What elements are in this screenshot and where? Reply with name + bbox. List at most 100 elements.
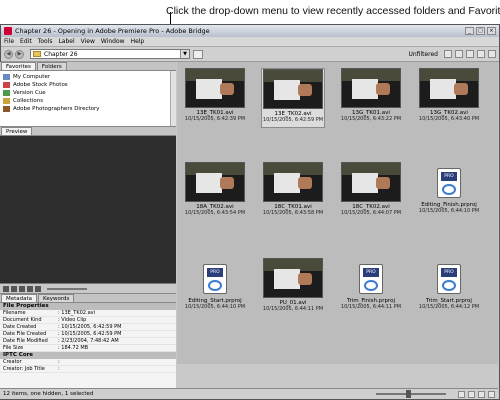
bridge-app-icon: [4, 27, 12, 35]
volume-icon[interactable]: [35, 285, 41, 292]
slider-knob[interactable]: [406, 390, 411, 398]
menu-view[interactable]: View: [81, 38, 95, 45]
thumbnail-date: 10/15/2005, 6:42:39 PM: [184, 116, 246, 122]
view-versions-icon[interactable]: [488, 390, 495, 398]
computer-icon: [3, 74, 10, 80]
thumbnail-date: 10/15/2005, 6:43:40 PM: [418, 116, 480, 122]
favorite-item[interactable]: Collections: [0, 97, 176, 105]
menu-edit[interactable]: Edit: [20, 38, 32, 45]
video-thumbnail-image: [341, 68, 401, 108]
favorite-item[interactable]: Adobe Photographers Directory: [0, 105, 176, 113]
menu-tools[interactable]: Tools: [38, 38, 53, 45]
tab-preview[interactable]: Preview: [1, 127, 33, 135]
step-forward-icon[interactable]: [19, 285, 25, 292]
premiere-project-icon: PRO: [437, 168, 461, 198]
favorite-label: My Computer: [13, 74, 51, 80]
folder-path-label: Chapter 26: [44, 50, 78, 58]
menu-file[interactable]: File: [4, 38, 14, 45]
close-button[interactable]: ×: [487, 27, 496, 35]
metadata-key: File Size: [3, 345, 24, 351]
chevron-down-icon[interactable]: ▼: [180, 50, 189, 58]
favorite-item[interactable]: My Computer: [0, 73, 176, 81]
video-thumbnail-image: [263, 162, 323, 202]
menu-label[interactable]: Label: [58, 38, 74, 45]
thumbnail-item[interactable]: PU_01.avi 10/15/2005, 6:44:11 PM: [261, 258, 325, 318]
thumbnail-item[interactable]: 13E_TK02.avi 10/15/2005, 6:42:59 PM: [261, 68, 325, 128]
favorite-label: Adobe Photographers Directory: [13, 106, 100, 112]
tab-metadata[interactable]: Metadata: [1, 294, 38, 302]
playback-scrubber[interactable]: [47, 287, 87, 290]
menu-window[interactable]: Window: [101, 38, 125, 45]
video-thumbnail-image: [185, 162, 245, 202]
thumbnail-date: 10/15/2005, 6:44:07 PM: [340, 210, 402, 216]
metadata-key: Creator: Job Title: [3, 366, 45, 372]
metadata-row[interactable]: Creator:: [0, 359, 176, 366]
thumbnail-date: 10/15/2005, 6:43:22 PM: [340, 116, 402, 122]
metadata-key: Document Kind: [3, 317, 42, 323]
thumbnail-size-slider[interactable]: [376, 390, 446, 398]
thumbnail-item[interactable]: PRO Trim_Finish.prproj 10/15/2005, 6:44:11…: [339, 258, 403, 318]
thumbnail-date: 10/15/2005, 6:44:11 PM: [340, 304, 402, 310]
pause-icon[interactable]: [11, 285, 17, 292]
folder-path-dropdown[interactable]: Chapter 26 ▼: [30, 49, 190, 59]
playback-controls: [0, 284, 176, 294]
thumbnail-item[interactable]: 18A_TK02.avi 10/15/2005, 6:43:54 PM: [183, 162, 247, 222]
video-thumbnail-image: [263, 69, 323, 109]
stock-photos-icon: [3, 82, 10, 88]
metadata-key: Date File Created: [3, 331, 47, 337]
thumbnail-item[interactable]: 13E_TK01.avi 10/15/2005, 6:42:39 PM: [183, 68, 247, 128]
tab-keywords[interactable]: Keywords: [38, 294, 75, 302]
favorite-item[interactable]: Version Cue: [0, 89, 176, 97]
minimize-button[interactable]: _: [465, 27, 474, 35]
rotate-left-icon[interactable]: [455, 50, 463, 58]
premiere-project-icon: PRO: [437, 264, 461, 294]
thumbnail-item[interactable]: 18C_TK02.avi 10/15/2005, 6:44:07 PM: [339, 162, 403, 222]
video-thumbnail-image: [419, 68, 479, 108]
video-thumbnail-image: [185, 68, 245, 108]
forward-button[interactable]: ▶: [15, 49, 24, 59]
view-details-icon[interactable]: [478, 390, 485, 398]
content-grid: 13E_TK01.avi 10/15/2005, 6:42:39 PM 13E_TK…: [177, 62, 498, 364]
play-icon[interactable]: [3, 285, 9, 292]
trash-icon[interactable]: [477, 50, 485, 58]
metadata-row: Document Kind: Video Clip: [0, 317, 176, 324]
thumbnail-item[interactable]: PRO Editing_Start.prproj 10/15/2005, 6:44:…: [183, 258, 247, 318]
thumbnail-date: 10/15/2005, 6:44:12 PM: [418, 304, 480, 310]
filter-menu[interactable]: Unfiltered: [408, 50, 496, 58]
version-cue-icon: [3, 90, 10, 96]
compact-mode-icon[interactable]: [488, 50, 496, 58]
toolbar: ◀ ▶ Chapter 26 ▼ Unfiltered: [1, 47, 499, 62]
view-filmstrip-icon[interactable]: [468, 390, 475, 398]
metadata-row: Date File Created : 10/15/2005, 6:42:59 P…: [0, 331, 176, 338]
thumbnail-item[interactable]: 18C_TK01.avi 10/15/2005, 6:43:58 PM: [261, 162, 325, 222]
tab-favorites[interactable]: Favorites: [1, 62, 36, 70]
thumbnail-item[interactable]: 13G_TK02.avi 10/15/2005, 6:43:40 PM: [417, 68, 481, 128]
back-button[interactable]: ◀: [4, 49, 13, 59]
maximize-button[interactable]: □: [476, 27, 485, 35]
file-properties-header[interactable]: File Properties: [0, 303, 176, 310]
metadata-value: : 10/15/2005, 6:42:59 PM: [58, 324, 122, 330]
view-thumbnails-icon[interactable]: [458, 390, 465, 398]
metadata-value: : 10/15/2005, 6:42:59 PM: [58, 331, 122, 337]
go-up-icon[interactable]: [193, 49, 203, 59]
thumbnail-item[interactable]: PRO Editing_Finish.prproj 10/15/2005, 6:44…: [417, 162, 481, 222]
iptc-core-header[interactable]: IPTC Core: [0, 352, 176, 359]
metadata-row[interactable]: Creator: Job Title:: [0, 366, 176, 373]
new-folder-icon[interactable]: [444, 50, 452, 58]
rotate-right-icon[interactable]: [466, 50, 474, 58]
thumbnail-date: 10/15/2005, 6:43:54 PM: [184, 210, 246, 216]
metadata-key: Creator: [3, 359, 22, 365]
favorite-item[interactable]: Adobe Stock Photos: [0, 81, 176, 89]
menu-help[interactable]: Help: [131, 38, 145, 45]
photographers-directory-icon: [3, 106, 10, 112]
loop-icon[interactable]: [27, 285, 33, 292]
favorites-scrollbar[interactable]: [170, 71, 176, 126]
metadata-tabrow: Metadata Keywords: [0, 294, 176, 303]
metadata-value: :: [58, 359, 60, 365]
thumbnail-item[interactable]: 13G_TK01.avi 10/15/2005, 6:43:22 PM: [339, 68, 403, 128]
metadata-value: : 2/23/2004, 7:48:42 AM: [58, 338, 119, 344]
left-panels: Favorites Folders My Computer Adobe Stoc…: [0, 62, 176, 397]
favorites-tabrow: Favorites Folders: [0, 62, 176, 71]
tab-folders[interactable]: Folders: [36, 62, 67, 70]
thumbnail-item[interactable]: PRO Trim_Start.prproj 10/15/2005, 6:44:12 …: [417, 258, 481, 318]
